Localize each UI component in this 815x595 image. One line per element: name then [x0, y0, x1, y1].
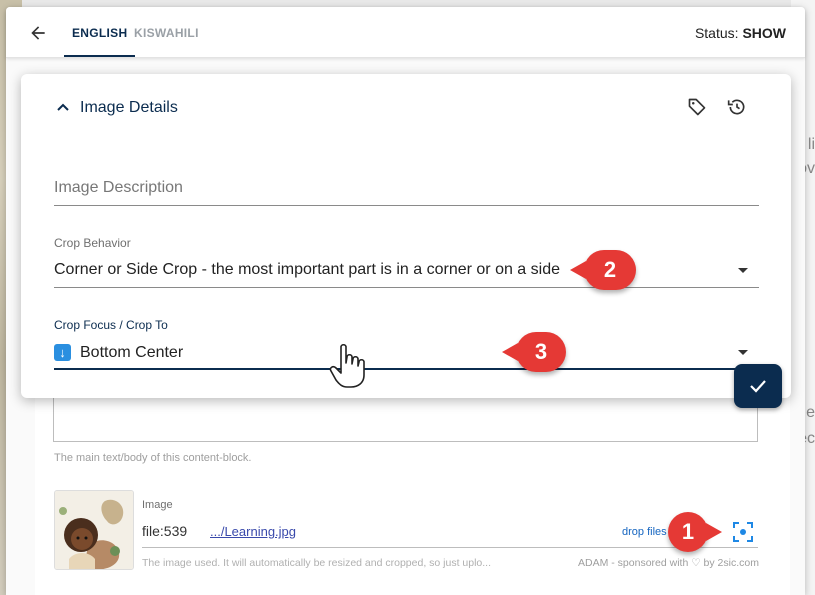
crop-behavior-value: Corner or Side Crop - the most important…	[54, 261, 560, 278]
check-icon	[750, 380, 766, 393]
tab-kiswahili[interactable]: KISWAHILI	[134, 26, 199, 40]
down-arrow-icon: ↓	[54, 344, 71, 361]
save-check-button[interactable]	[734, 364, 782, 408]
crop-behavior-label: Crop Behavior	[54, 236, 131, 250]
dropdown-caret-icon	[738, 350, 748, 355]
hand-cursor-icon	[329, 343, 365, 388]
image-label: Image	[142, 499, 173, 511]
dropdown-caret-icon	[738, 268, 748, 273]
crop-behavior-select[interactable]: Crop Behavior Corner or Side Crop - the …	[54, 236, 759, 288]
history-icon[interactable]	[727, 97, 747, 117]
image-file-link[interactable]: .../Learning.jpg	[210, 524, 296, 539]
image-description-field[interactable]: Image Description	[54, 174, 759, 206]
crop-focus-icon[interactable]	[732, 521, 754, 543]
image-description-placeholder: Image Description	[54, 179, 183, 196]
crop-focus-select[interactable]: Crop Focus / Crop To ↓ Bottom Center	[54, 318, 759, 370]
callout-badge: 2	[570, 250, 636, 290]
back-arrow-icon[interactable]	[28, 23, 48, 43]
body-hint: The main text/body of this content-block…	[54, 452, 252, 464]
image-file-id[interactable]: file:539	[142, 523, 187, 539]
image-details-panel: Image Details Image Description Crop Beh…	[21, 74, 791, 398]
crop-focus-label: Crop Focus / Crop To	[54, 318, 168, 332]
status-label: Status:	[694, 25, 739, 41]
background-text: li	[807, 136, 815, 153]
drop-files-link[interactable]: drop files	[622, 526, 667, 538]
status-indicator: Status: SHOW	[695, 25, 786, 41]
callout-badge: 1	[668, 512, 722, 552]
tag-icon[interactable]	[687, 97, 707, 117]
adam-sponsor-note: ADAM - sponsored with ♡ by 2sic.com	[578, 557, 759, 569]
panel-title[interactable]: Image Details	[80, 99, 178, 117]
callout-badge: 3	[502, 332, 566, 372]
image-thumbnail[interactable]	[54, 490, 134, 570]
chevron-up-icon[interactable]	[56, 100, 70, 114]
dialog-header: ENGLISH KISWAHILI Status: SHOW	[6, 7, 805, 58]
active-tab-indicator	[64, 55, 135, 57]
image-field-underline	[142, 547, 758, 548]
image-hint: The image used. It will automatically be…	[142, 557, 492, 569]
content-block-form: The main text/body of this content-block…	[35, 387, 790, 595]
tab-english[interactable]: ENGLISH	[72, 26, 127, 40]
status-value: SHOW	[742, 25, 786, 41]
crop-focus-value: Bottom Center	[80, 344, 184, 361]
